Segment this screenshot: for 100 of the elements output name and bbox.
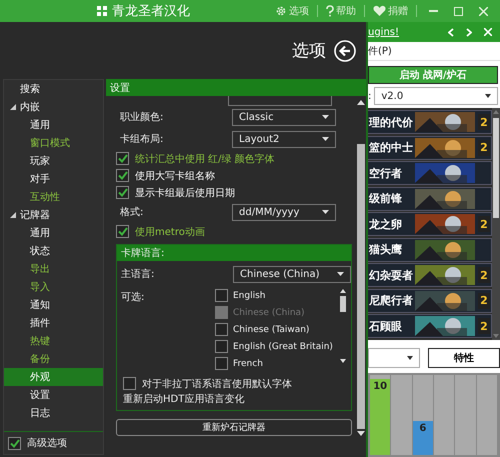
dropdown[interactable]: Chinese (China) [233, 266, 351, 282]
card-name: 石顾眼 [368, 318, 402, 334]
item-label: 外观 [30, 371, 50, 384]
item-label: 状态 [30, 244, 50, 258]
back-icon[interactable] [334, 40, 356, 62]
checkbox[interactable] [116, 169, 129, 182]
card-name: 理的代价 [368, 114, 413, 130]
field-label: 可选: [120, 290, 146, 304]
card-row[interactable]: 幻杂耍者 2 [368, 263, 492, 287]
sidebar-item[interactable]: 互动性 [4, 188, 103, 206]
card-row[interactable]: 篮的中士 2 [368, 136, 492, 160]
card-row[interactable]: 级前锋 [368, 186, 492, 210]
sidebar-item[interactable]: 窗口模式 [4, 134, 103, 152]
item-label: 热键 [30, 334, 50, 348]
bar-label: 6 [419, 422, 426, 436]
item-label: 设置 [30, 388, 50, 402]
card-row[interactable]: 理的代价 2 [368, 110, 492, 134]
checkbox[interactable] [8, 436, 21, 450]
card-name: 级前锋 [368, 191, 402, 206]
card-count: 2 [478, 140, 490, 156]
stats-button[interactable]: 特性 [428, 348, 500, 368]
maximize-icon[interactable] [454, 6, 463, 16]
checkbox[interactable] [215, 357, 228, 370]
sidebar-item[interactable]: 设置 [4, 386, 103, 404]
dropdown[interactable]: Classic [232, 108, 336, 126]
sidebar-item[interactable]: 状态 [4, 242, 103, 260]
previous-icon[interactable] [448, 28, 454, 36]
card-name: 猫头鹰 [368, 242, 402, 257]
checkbox-label: 对于非拉丁语系语言使用默认字体 [142, 378, 292, 390]
sidebar-item[interactable]: 备份 [4, 350, 103, 368]
sidebar-item[interactable]: 内嵌 [4, 98, 103, 116]
checkbox[interactable] [116, 186, 129, 199]
caret-icon [322, 115, 329, 119]
card-row[interactable]: 石顾眼 2 [368, 314, 492, 338]
dropdown[interactable]: dd/MM/yyyy [232, 204, 336, 220]
item-label: 日志 [30, 406, 50, 420]
checkbox-label: English [233, 290, 266, 300]
item-label: 玩家 [30, 154, 50, 168]
checkbox-label: English (Great Britain) [233, 342, 333, 352]
menu-item[interactable]: 件(P) [368, 42, 500, 61]
sidebar-item[interactable]: 通知 [4, 296, 103, 314]
card-row[interactable]: 空行者 [368, 161, 492, 185]
item-label: 对手 [30, 172, 50, 186]
sidebar-item[interactable]: 对手 [4, 170, 103, 188]
options-title: 选项 [292, 40, 326, 62]
checkbox[interactable] [123, 377, 136, 390]
caret-icon [322, 210, 329, 214]
checkbox-label: 使用metro动画 [135, 226, 205, 238]
sidebar-item[interactable]: 记牌器 [4, 206, 103, 224]
sidebar-item[interactable]: 插件 [4, 314, 103, 332]
checkbox-label: Chinese (Taiwan) [233, 324, 310, 334]
deck-dropdown[interactable]: v2.0 [374, 87, 498, 105]
plugins-link[interactable]: ugins! [368, 26, 400, 38]
sidebar-item[interactable]: 玩家 [4, 152, 103, 170]
caret-icon [485, 94, 491, 98]
note-text: 重新启动HDT应用语言变化 [122, 392, 246, 407]
sidebar-item[interactable]: 搜索 [4, 80, 103, 98]
checkbox[interactable] [116, 225, 129, 238]
sidebar-item[interactable]: 热键 [4, 332, 103, 350]
card-name: 幻杂耍者 [368, 268, 413, 282]
expander-icon[interactable] [10, 104, 16, 110]
card-count: 2 [478, 292, 490, 308]
checkbox[interactable] [215, 323, 228, 336]
bar-label: 10 [373, 381, 388, 394]
field-label: 主语言: [120, 268, 156, 281]
scrollbar[interactable] [492, 108, 500, 340]
next-icon[interactable] [466, 28, 472, 36]
heart-icon [373, 5, 386, 17]
item-label: 窗口模式 [30, 136, 70, 150]
sidebar-item[interactable]: 导入 [4, 278, 103, 296]
sidebar-item[interactable]: 日志 [4, 404, 103, 422]
field-label: 卡组布局: [119, 132, 164, 146]
close-icon[interactable] [479, 6, 488, 16]
question-mark-icon [326, 5, 334, 17]
sidebar-item[interactable]: 通用 [4, 116, 103, 134]
card-name: 龙之卵 [368, 216, 402, 232]
checkbox-label: French [233, 358, 263, 368]
checkbox[interactable] [215, 289, 228, 302]
card-count: 2 [478, 267, 490, 283]
card-row[interactable]: 猫头鹰 [368, 238, 492, 262]
app-title: 青龙圣者汉化 [112, 3, 190, 20]
caret-icon [322, 137, 329, 141]
card-row[interactable]: 龙之卵 2 [368, 212, 492, 236]
item-label: 备份 [30, 353, 50, 366]
checkbox[interactable] [116, 152, 129, 165]
checkbox-label: Chinese (China) [233, 308, 305, 318]
sidebar-item[interactable]: 导出 [4, 260, 103, 278]
dropdown[interactable]: Layout2 [232, 130, 336, 148]
sidebar-item[interactable]: 外观 [4, 368, 103, 386]
item-label: 通用 [30, 118, 50, 132]
card-row[interactable]: 尼爬行者 2 [368, 288, 492, 312]
item-label: 通知 [30, 298, 50, 312]
expander-icon[interactable] [10, 212, 16, 218]
panel-title: 设置 [106, 79, 366, 96]
scrollbar[interactable] [356, 98, 366, 438]
card-count: 2 [478, 114, 490, 130]
checkbox[interactable] [215, 340, 228, 353]
restart-button[interactable]: 重新炉石记牌器 [116, 419, 352, 436]
card-name: 尼爬行者 [368, 293, 413, 308]
sidebar-item[interactable]: 通用 [4, 224, 103, 242]
